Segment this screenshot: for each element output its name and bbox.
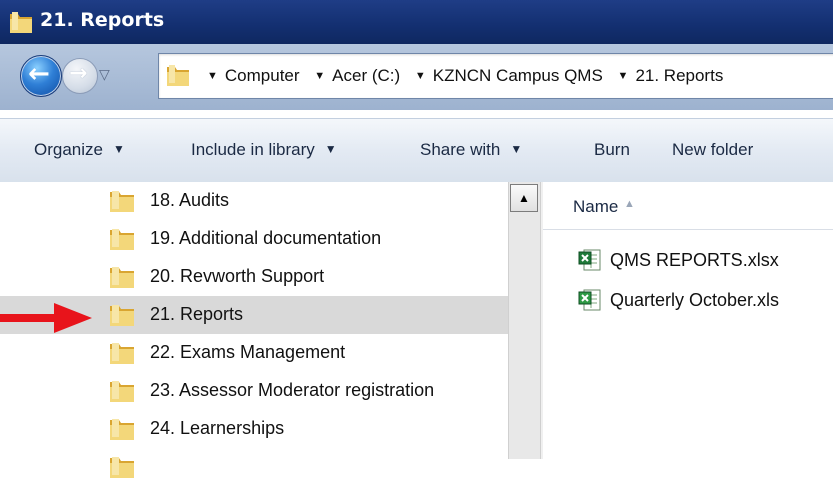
folder-label: 22. Exams Management <box>150 342 346 362</box>
breadcrumb-item[interactable]: ▼ KZNCN Campus QMS <box>415 66 603 86</box>
breadcrumb-item[interactable]: ▼ Acer (C:) <box>314 66 400 86</box>
include-in-library-button[interactable]: Include in library ▼ <box>191 140 337 160</box>
folder-icon <box>108 266 136 295</box>
folder-icon <box>8 10 34 41</box>
folder-label: 23. Assessor Moderator registration <box>150 380 435 400</box>
excel-xls-icon <box>578 288 602 312</box>
file-label: Quarterly October.xls <box>610 290 780 310</box>
chevron-down-icon[interactable]: ▼ <box>207 70 218 82</box>
navigation-scrollbar[interactable]: ▲ <box>508 182 541 459</box>
chevron-down-icon: ▼ <box>324 142 337 156</box>
folder-label: 20. Revworth Support <box>150 266 325 286</box>
file-label: QMS REPORTS.xlsx <box>610 250 779 270</box>
window-title: 21. Reports <box>40 9 165 31</box>
folder-icon <box>108 342 136 371</box>
folder-item-23-assessor-moderator-registration[interactable]: 23. Assessor Moderator registration <box>0 372 508 410</box>
folder-item-19-additional-documentation[interactable]: 19. Additional documentation <box>0 220 508 258</box>
organize-button[interactable]: Organize ▼ <box>34 140 125 160</box>
folder-icon <box>108 228 136 257</box>
folder-item-22-exams-management[interactable]: 22. Exams Management <box>0 334 508 372</box>
forward-arrow-icon: → <box>69 61 88 86</box>
folder-label: 21. Reports <box>150 304 244 324</box>
command-toolbar: Organize ▼ Include in library ▼ Share with… <box>0 118 833 184</box>
chevron-down-icon[interactable]: ▼ <box>618 70 629 82</box>
folder-label: 18. Audits <box>150 190 230 210</box>
red-arrow-icon <box>0 303 96 338</box>
address-field[interactable]: ▼ Computer ▼ Acer (C:) ▼ KZNCN Campus QMS ▼… <box>158 53 833 99</box>
recent-pages-dropdown[interactable]: ▽ <box>99 66 110 83</box>
folder-item-18-audits[interactable]: 18. Audits <box>0 182 508 220</box>
breadcrumb-label: Acer (C:) <box>332 66 401 85</box>
breadcrumb: ▼ Computer ▼ Acer (C:) ▼ KZNCN Campus QMS ▼… <box>207 66 733 86</box>
include-in-library-label: Include in library <box>191 140 315 159</box>
share-with-label: Share with <box>420 140 501 159</box>
folder-label: 24. Learnerships <box>150 418 285 438</box>
folder-icon <box>108 190 136 219</box>
breadcrumb-label: KZNCN Campus QMS <box>432 66 603 85</box>
folder-label: 19. Additional documentation <box>150 228 382 248</box>
folder-icon <box>108 380 136 409</box>
folder-icon <box>165 63 191 94</box>
chevron-down-icon[interactable]: ▼ <box>415 70 426 82</box>
title-bar: 21. Reports <box>0 0 833 44</box>
new-folder-button[interactable]: New folder <box>672 140 753 160</box>
folder-icon <box>108 418 136 447</box>
chevron-down-icon: ▼ <box>112 142 125 156</box>
column-header-label: Name <box>573 197 619 216</box>
breadcrumb-item[interactable]: ▼ Computer <box>207 66 300 86</box>
burn-button[interactable]: Burn <box>594 140 630 160</box>
breadcrumb-label: 21. Reports <box>635 66 724 85</box>
folder-icon <box>108 304 136 333</box>
breadcrumb-label: Computer <box>224 66 300 85</box>
folder-icon <box>108 456 136 485</box>
excel-xlsx-icon <box>578 248 602 272</box>
forward-button[interactable]: → <box>62 58 98 94</box>
folder-item-20-revworth-support[interactable]: 20. Revworth Support <box>0 258 508 296</box>
file-item-quarterly-october[interactable]: Quarterly October.xls <box>578 286 833 316</box>
folder-item-24-learnerships[interactable]: 24. Learnerships <box>0 410 508 448</box>
column-header-name[interactable]: Name ▲ <box>543 182 833 230</box>
back-button[interactable]: ← <box>20 55 62 97</box>
scroll-up-icon[interactable]: ▲ <box>510 184 538 212</box>
chevron-down-icon[interactable]: ▼ <box>314 70 325 82</box>
file-list-pane: Name ▲ QMS REPORTS.xlsx Quarterly Octobe… <box>543 182 833 459</box>
breadcrumb-item[interactable]: ▼ 21. Reports <box>618 66 724 86</box>
back-arrow-icon: ← <box>28 59 50 89</box>
chevron-down-icon: ▼ <box>510 142 523 156</box>
file-item-qms-reports[interactable]: QMS REPORTS.xlsx <box>578 246 833 276</box>
share-with-button[interactable]: Share with ▼ <box>420 140 522 160</box>
sort-ascending-icon: ▲ <box>624 198 635 210</box>
folder-item-partial[interactable] <box>0 448 508 486</box>
organize-label: Organize <box>34 140 103 159</box>
